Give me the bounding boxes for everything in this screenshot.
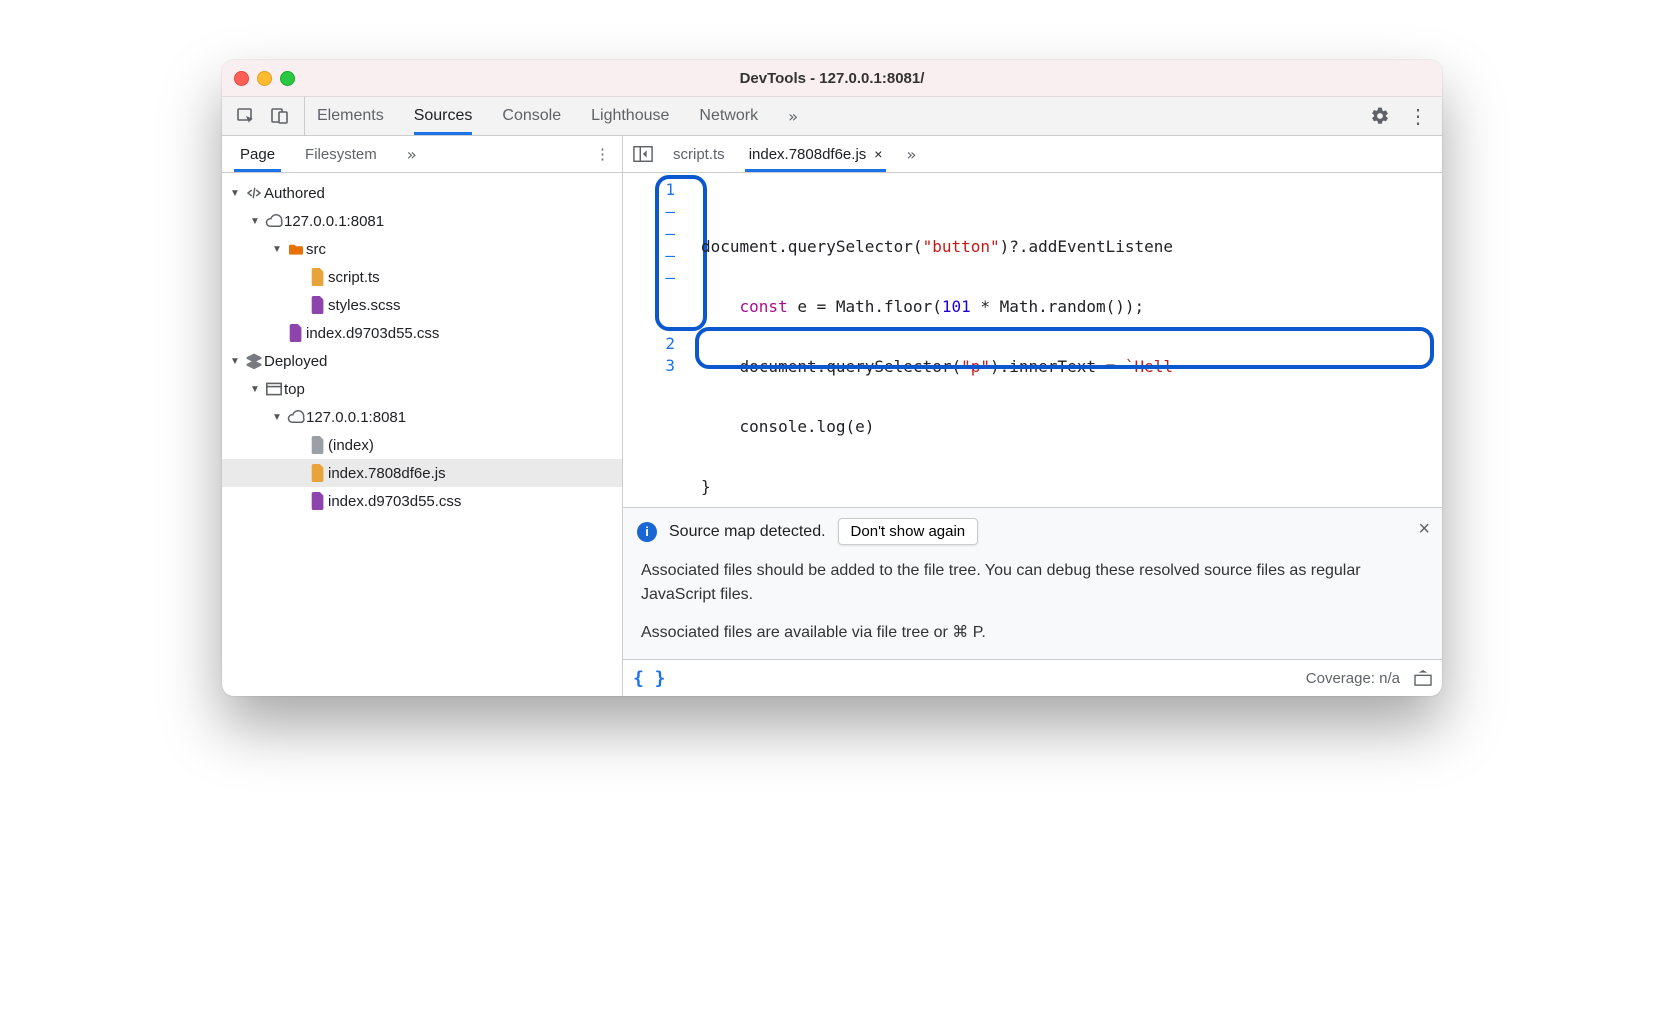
tree-label: Deployed [264, 353, 327, 370]
tree-folder-src[interactable]: ▼ src [222, 235, 622, 263]
window-title: DevTools - 127.0.0.1:8081/ [222, 70, 1442, 87]
tab-network[interactable]: Network [699, 97, 758, 135]
devtools-window: DevTools - 127.0.0.1:8081/ Elements Sour… [222, 60, 1442, 696]
tree-label: styles.scss [328, 297, 401, 314]
tree-label: src [306, 241, 326, 258]
chevron-down-icon: ▼ [250, 384, 264, 395]
close-window-button[interactable] [234, 71, 249, 86]
frame-icon [264, 382, 284, 396]
cloud-icon [286, 410, 306, 424]
tree-file-index[interactable]: (index) [222, 431, 622, 459]
dont-show-again-button[interactable]: Don't show again [838, 518, 979, 545]
zoom-window-button[interactable] [280, 71, 295, 86]
close-tab-icon[interactable]: × [874, 146, 882, 162]
tree-label: index.d9703d55.css [306, 325, 439, 342]
split-layout: Page Filesystem » ⋮ ▼ Authored ▼ [222, 136, 1442, 696]
editor-tab-script-ts[interactable]: script.ts [669, 136, 729, 172]
file-css-icon [308, 492, 328, 510]
minimize-window-button[interactable] [257, 71, 272, 86]
chevron-down-icon: ▼ [272, 244, 286, 255]
file-css-icon [286, 324, 306, 342]
navigator-tab-page[interactable]: Page [234, 136, 281, 172]
infobar-text-2: Associated files are available via file … [641, 621, 1424, 645]
editor-tabs-overflow-icon[interactable]: » [902, 136, 920, 172]
cloud-icon [264, 214, 284, 228]
file-tree: ▼ Authored ▼ 127.0.0.1:8081 ▼ [222, 173, 622, 696]
close-infobar-icon[interactable]: × [1418, 518, 1430, 541]
tabs-overflow-icon[interactable]: » [788, 97, 798, 135]
settings-gear-icon[interactable] [1370, 106, 1390, 126]
chevron-down-icon: ▼ [230, 356, 244, 367]
editor-tab-label: index.7808df6e.js [749, 146, 867, 163]
deployed-icon [244, 352, 264, 370]
file-css-icon [308, 296, 328, 314]
tree-group-deployed[interactable]: ▼ Deployed [222, 347, 622, 375]
source-map-infobar: i Source map detected. Don't show again … [623, 507, 1442, 555]
info-icon: i [637, 522, 657, 542]
device-toggle-icon[interactable] [270, 106, 290, 126]
file-icon [308, 436, 328, 454]
navigator-panel: Page Filesystem » ⋮ ▼ Authored ▼ [222, 136, 623, 696]
tab-elements[interactable]: Elements [317, 97, 384, 135]
file-js-icon [308, 268, 328, 286]
code-editor[interactable]: 1 – – – – 2 3 document.querySelector("bu… [623, 173, 1442, 507]
editor-tab-label: script.ts [673, 146, 725, 163]
show-console-drawer-icon[interactable] [1414, 670, 1432, 686]
editor-panel: script.ts index.7808df6e.js × » 1 – – – … [623, 136, 1442, 696]
tree-host-deployed[interactable]: ▼ 127.0.0.1:8081 [222, 403, 622, 431]
tree-label: (index) [328, 437, 374, 454]
tree-label: script.ts [328, 269, 380, 286]
inspect-element-icon[interactable] [236, 106, 256, 126]
tab-sources[interactable]: Sources [414, 97, 473, 135]
tree-file-styles-scss[interactable]: styles.scss [222, 291, 622, 319]
folder-icon [286, 242, 306, 256]
pretty-print-icon[interactable]: { } [633, 668, 666, 689]
titlebar: DevTools - 127.0.0.1:8081/ [222, 60, 1442, 97]
tree-label: index.d9703d55.css [328, 493, 461, 510]
file-js-icon [308, 464, 328, 482]
main-tab-strip: Elements Sources Console Lighthouse Netw… [222, 97, 1442, 136]
tree-file-script-ts[interactable]: script.ts [222, 263, 622, 291]
infobar-text-1: Associated files should be added to the … [641, 559, 1424, 607]
navigator-tabs: Page Filesystem » ⋮ [222, 136, 622, 173]
window-controls [234, 71, 295, 86]
kebab-menu-icon[interactable]: ⋮ [1408, 104, 1428, 129]
show-navigator-icon[interactable] [633, 145, 653, 163]
navigator-tab-filesystem[interactable]: Filesystem [299, 136, 383, 172]
editor-tab-index-js[interactable]: index.7808df6e.js × [745, 136, 887, 172]
navigator-more-icon[interactable]: ⋮ [587, 145, 618, 163]
infobar-title: Source map detected. [669, 523, 826, 541]
line-gutter: 1 – – – – 2 3 [623, 173, 695, 507]
tree-label: 127.0.0.1:8081 [306, 409, 406, 426]
editor-statusbar: { } Coverage: n/a [623, 659, 1442, 696]
code-content: document.querySelector("button")?.addEve… [695, 173, 1442, 507]
infobar-body: Associated files should be added to the … [623, 555, 1442, 659]
tree-frame-top[interactable]: ▼ top [222, 375, 622, 403]
chevron-down-icon: ▼ [230, 188, 244, 199]
tree-file-deployed-js[interactable]: index.7808df6e.js [222, 459, 622, 487]
tree-label: Authored [264, 185, 325, 202]
tree-group-authored[interactable]: ▼ Authored [222, 179, 622, 207]
chevron-down-icon: ▼ [250, 216, 264, 227]
tab-lighthouse[interactable]: Lighthouse [591, 97, 669, 135]
tree-label: index.7808df6e.js [328, 465, 446, 482]
tree-label: 127.0.0.1:8081 [284, 213, 384, 230]
tree-file-deployed-css[interactable]: index.d9703d55.css [222, 487, 622, 515]
coverage-label: Coverage: n/a [1306, 670, 1400, 687]
navigator-tabs-overflow-icon[interactable]: » [401, 136, 423, 172]
tree-label: top [284, 381, 305, 398]
tab-console[interactable]: Console [502, 97, 561, 135]
tree-file-authored-css[interactable]: index.d9703d55.css [222, 319, 622, 347]
chevron-down-icon: ▼ [272, 412, 286, 423]
editor-tab-strip: script.ts index.7808df6e.js × » [623, 136, 1442, 173]
tree-host-authored[interactable]: ▼ 127.0.0.1:8081 [222, 207, 622, 235]
code-icon [244, 184, 264, 202]
